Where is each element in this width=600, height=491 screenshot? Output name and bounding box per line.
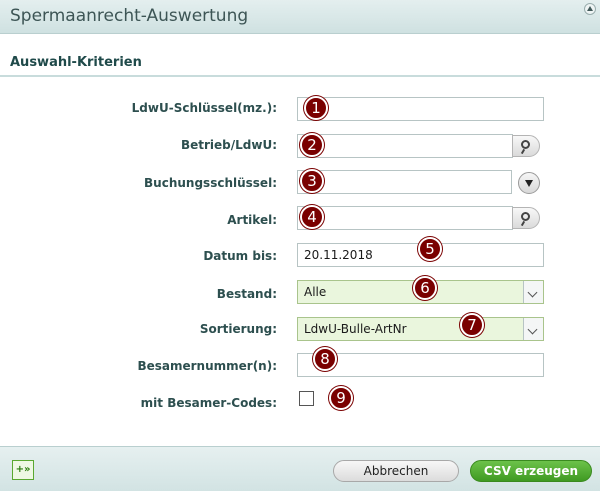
magnifier-handle [520,148,526,155]
chevron-down-icon[interactable] [523,318,543,340]
besamer-codes-checkbox[interactable] [299,391,314,406]
section-title: Auswahl-Kriterien [10,55,142,70]
sortierung-value: LdwU-Bulle-ArtNr [304,322,407,336]
marker-badge-4: 4 [300,205,324,229]
ldwu-key-label: LdwU-Schlüssel(mz.): [131,101,277,115]
magnifier-handle [520,220,526,227]
buchung-input[interactable] [297,170,512,194]
codes-label: mit Besamer-Codes: [140,396,277,410]
buchung-label: Buchungsschlüssel: [144,176,277,190]
datum-value: 20.11.2018 [304,248,373,262]
window-titlebar: Spermaanrecht-Auswertung [0,0,600,34]
magnifier-icon [521,212,530,221]
artikel-lookup-button[interactable] [512,207,540,229]
marker-badge-9: 9 [329,386,353,410]
marker-badge-2: 2 [300,133,324,157]
betrieb-label: Betrieb/LdwU: [180,138,277,152]
buchung-dropdown-button[interactable] [518,172,540,194]
artikel-input[interactable] [297,206,513,230]
chevron-down-icon[interactable] [523,281,543,303]
marker-badge-5: 5 [418,237,442,261]
expand-icon[interactable]: +» [12,460,34,480]
ldwu-key-input[interactable] [297,97,544,121]
marker-badge-8: 8 [313,347,337,371]
sortierung-select[interactable]: LdwU-Bulle-ArtNr [297,317,544,341]
marker-badge-7: 7 [460,313,484,337]
bestand-label: Bestand: [216,287,277,301]
section-divider [0,75,600,77]
cancel-button[interactable]: Abbrechen [333,460,459,482]
collapse-up-icon[interactable] [584,3,596,15]
marker-badge-6: 6 [413,276,437,300]
betrieb-input[interactable] [297,134,513,158]
magnifier-icon [521,140,530,149]
betrieb-lookup-button[interactable] [512,135,540,157]
bestand-value: Alle [304,285,327,299]
marker-badge-3: 3 [300,169,324,193]
datum-label: Datum bis: [203,249,277,263]
sortierung-label: Sortierung: [199,322,277,336]
csv-export-button[interactable]: CSV erzeugen [470,460,592,482]
window-title: Spermaanrecht-Auswertung [10,6,249,26]
artikel-label: Artikel: [227,213,277,227]
besamer-label: Besamernummer(n): [137,359,277,373]
marker-badge-1: 1 [304,96,328,120]
